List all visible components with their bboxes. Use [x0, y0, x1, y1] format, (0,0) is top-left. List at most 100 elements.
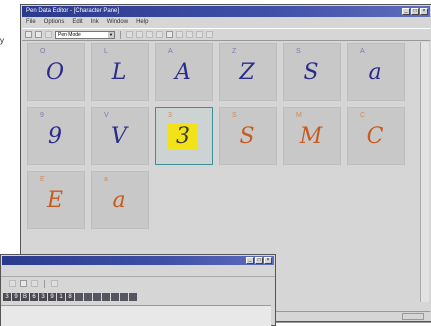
strip-char[interactable]: 8 [66, 293, 74, 301]
eraser-icon[interactable] [176, 31, 183, 38]
character-grid: O O L L A A Z Z S S A a 9 9 V V 3 3 S S … [27, 43, 407, 283]
character-cell[interactable]: 9 9 [27, 107, 85, 165]
menu-edit[interactable]: Edit [72, 18, 82, 27]
pen-mode-value: Pen Mode [58, 31, 81, 38]
menu-help[interactable]: Help [136, 18, 148, 27]
cell-label: S [296, 48, 301, 55]
cut-icon[interactable] [126, 31, 133, 38]
cell-label: L [104, 48, 108, 55]
help-icon[interactable] [51, 280, 58, 287]
strip-char[interactable]: B [21, 293, 29, 301]
character-cell-selected[interactable]: 3 3 [155, 107, 213, 165]
vertical-scrollbar[interactable] [420, 42, 429, 302]
undo-icon[interactable] [156, 31, 163, 38]
strip-char[interactable]: 6 [30, 293, 38, 301]
close-button[interactable]: × [420, 8, 428, 15]
cell-label: S [232, 112, 237, 119]
pen-icon[interactable] [20, 280, 27, 287]
minimize-button[interactable]: _ [402, 8, 410, 15]
strip-char[interactable] [75, 293, 83, 301]
character-cell[interactable]: a a [91, 171, 149, 229]
cell-label: Z [232, 48, 237, 55]
minimize-button[interactable]: _ [246, 257, 254, 264]
toolbar-divider [44, 279, 45, 288]
ink-glyph: V [111, 124, 127, 149]
ink-glyph: a [112, 188, 126, 213]
secondary-title-bar[interactable]: _ □ × [2, 256, 274, 265]
menu-options[interactable]: Options [44, 18, 65, 27]
ink-glyph: E [46, 188, 64, 213]
ink-glyph: A [175, 60, 191, 85]
open-icon[interactable] [35, 31, 42, 38]
toolbar: Pen Mode ▼ [22, 28, 430, 41]
ink-glyph: O [45, 60, 65, 85]
strip-char[interactable] [84, 293, 92, 301]
paste-icon[interactable] [146, 31, 153, 38]
ink-glyph: M [299, 124, 323, 149]
cell-label: A [360, 48, 365, 55]
copy-icon[interactable] [136, 31, 143, 38]
strip-char[interactable]: 9 [48, 293, 56, 301]
grid-icon[interactable] [31, 280, 38, 287]
maximize-button[interactable]: □ [411, 8, 419, 15]
pen-mode-select[interactable]: Pen Mode ▼ [55, 30, 115, 39]
secondary-menu-bar [1, 266, 275, 277]
character-cell[interactable]: S S [283, 43, 341, 101]
menu-ink[interactable]: Ink [91, 18, 99, 27]
maximize-button[interactable]: □ [255, 257, 263, 264]
cell-label: a [104, 176, 108, 183]
character-cell[interactable]: V V [91, 107, 149, 165]
strip-char[interactable]: 3 [39, 293, 47, 301]
character-cell[interactable]: O O [27, 43, 85, 101]
menu-window[interactable]: Window [107, 18, 128, 27]
strip-char[interactable] [129, 293, 137, 301]
strip-char[interactable] [120, 293, 128, 301]
character-cell[interactable]: S S [219, 107, 277, 165]
ink-glyph: 9 [48, 124, 62, 149]
cell-label: V [104, 112, 109, 119]
help-icon[interactable] [206, 31, 213, 38]
back-icon[interactable] [9, 280, 16, 287]
strip-char[interactable]: 9 [12, 293, 20, 301]
window-controls: _ □ × [402, 8, 428, 15]
new-icon[interactable] [25, 31, 32, 38]
menu-file[interactable]: File [26, 18, 36, 27]
window-controls: _ □ × [246, 257, 272, 264]
character-cell[interactable]: M M [283, 107, 341, 165]
character-cell[interactable]: C C [347, 107, 405, 165]
character-cell[interactable]: E E [27, 171, 85, 229]
cell-label: A [168, 48, 173, 55]
strip-char[interactable]: 1 [57, 293, 65, 301]
main-window-title: Pen Data Editor - [Character Pane] [26, 8, 120, 14]
ink-glyph: Z [239, 60, 255, 85]
strip-char[interactable] [111, 293, 119, 301]
ink-glyph: 3 [168, 124, 198, 150]
cell-label: 9 [40, 112, 44, 119]
cell-label: E [40, 176, 45, 183]
secondary-window: _ □ × 3 9 B 6 3 9 1 8 [0, 254, 276, 326]
cell-label: O [40, 48, 46, 55]
strip-char[interactable] [93, 293, 101, 301]
zoom-icon[interactable] [186, 31, 193, 38]
pen-icon[interactable] [166, 31, 173, 38]
character-cell[interactable]: A a [347, 43, 405, 101]
chevron-down-icon: ▼ [108, 31, 114, 38]
character-cell[interactable]: A A [155, 43, 213, 101]
secondary-content-area [1, 305, 271, 326]
secondary-toolbar [1, 279, 275, 288]
save-icon[interactable] [45, 31, 52, 38]
grid-icon[interactable] [196, 31, 203, 38]
close-button[interactable]: × [264, 257, 272, 264]
strip-char[interactable] [102, 293, 110, 301]
main-title-bar[interactable]: Pen Data Editor - [Character Pane] _ □ × [22, 6, 430, 17]
ink-glyph: S [239, 124, 255, 149]
cell-label: M [296, 112, 302, 119]
character-cell[interactable]: Z Z [219, 43, 277, 101]
menu-bar: File Options Edit Ink Window Help [22, 18, 430, 27]
ink-glyph: a [368, 60, 382, 85]
character-cell[interactable]: L L [91, 43, 149, 101]
strip-char[interactable]: 3 [3, 293, 11, 301]
ink-glyph: C [366, 124, 384, 149]
ink-glyph: L [111, 60, 127, 85]
toolbar-divider [120, 30, 121, 39]
